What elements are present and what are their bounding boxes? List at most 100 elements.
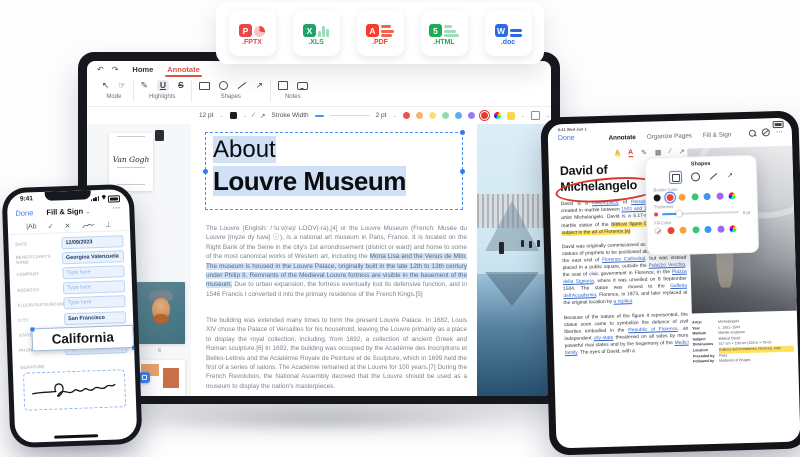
font-color-swatch[interactable] <box>230 112 237 119</box>
square-shape-selected[interactable] <box>669 171 682 184</box>
fill-color-orange[interactable] <box>679 226 686 233</box>
format-card-html[interactable]: 5 .HTML <box>421 10 468 56</box>
format-card-pdf[interactable]: A .PDF <box>357 10 404 56</box>
fill-color-green[interactable] <box>692 226 699 233</box>
view-mode-icon[interactable] <box>762 128 770 136</box>
signature-box[interactable] <box>23 369 126 411</box>
address-field[interactable]: Type here <box>63 280 125 294</box>
fill-color-none[interactable] <box>654 227 661 234</box>
thickness-slider[interactable] <box>662 211 739 215</box>
circle-shape[interactable] <box>691 172 700 181</box>
color-swatch-blue[interactable] <box>455 112 462 119</box>
tab-home[interactable]: Home <box>132 65 153 74</box>
line-shape[interactable] <box>710 173 718 180</box>
arrow-tool-icon[interactable]: ↗ <box>256 81 263 90</box>
state-value-editor[interactable]: California <box>31 325 134 352</box>
color-swatch-orange[interactable] <box>416 112 423 119</box>
border-color-black[interactable] <box>654 194 661 201</box>
wiki-link[interactable]: Palazzo Vecchio <box>649 263 686 269</box>
fill-color-swatch[interactable] <box>531 111 540 120</box>
comment-icon[interactable] <box>297 82 308 90</box>
line-tool-icon[interactable] <box>237 82 246 89</box>
cursor-icon[interactable]: ↖ <box>102 81 109 90</box>
notes-label: Notes <box>285 94 301 100</box>
shapes-tool-icon[interactable]: ▦ <box>655 148 662 156</box>
check-tool-icon[interactable]: ✓ <box>47 222 53 230</box>
arrow-tool-icon[interactable]: ↗ <box>679 147 685 155</box>
highlight-tool-icon[interactable]: A <box>615 149 620 156</box>
wiki-link[interactable]: Florence Cathedral <box>602 257 645 263</box>
cross-tool-icon[interactable]: ✕ <box>64 222 70 230</box>
color-swatch-rainbow[interactable] <box>494 112 501 119</box>
text-field-tool-icon[interactable]: |Ab <box>26 223 37 230</box>
undo-icon[interactable]: ↶ <box>97 65 104 74</box>
wiki-link[interactable]: Republic of Florence <box>628 327 678 333</box>
rectangle-tool-icon[interactable] <box>199 82 210 90</box>
stroke-width-slider[interactable] <box>330 115 370 116</box>
highlight-color-swatch[interactable] <box>507 112 515 120</box>
font-size-value[interactable]: 12 pt <box>199 112 213 119</box>
phone-title[interactable]: Fill & Sign ⌄ <box>7 205 129 218</box>
border-color-red-selected[interactable] <box>666 194 673 201</box>
more-icon[interactable]: ⋯ <box>776 128 784 136</box>
redo-icon[interactable]: ↷ <box>112 65 119 74</box>
border-color-purple[interactable] <box>716 193 723 200</box>
color-swatch-green[interactable] <box>442 112 449 119</box>
format-card-xls[interactable]: X .XLS <box>293 10 340 56</box>
stroke-width-value[interactable]: 2 pt <box>376 112 387 119</box>
highlighter-pen-icon[interactable]: ✎ <box>141 81 148 90</box>
more-icon[interactable]: ⋯ <box>112 203 121 212</box>
format-card-pptx[interactable]: P .FPTX <box>229 10 276 56</box>
hand-icon[interactable]: ☞ <box>118 81 126 90</box>
stamp-tool-icon[interactable]: ⊥ <box>105 220 111 228</box>
underline-tool-icon[interactable]: A <box>628 149 633 157</box>
tab-fill-sign[interactable]: Fill & Sign <box>703 131 732 139</box>
selection-handle[interactable] <box>460 130 465 135</box>
tab-annotate[interactable]: Annotate <box>608 134 635 142</box>
strikethrough-tool[interactable]: S <box>178 81 184 90</box>
color-swatch-purple[interactable] <box>468 112 475 119</box>
date-field[interactable]: 12/09/2023 <box>61 235 123 249</box>
signature-tool-icon[interactable] <box>81 221 94 229</box>
selection-handle[interactable] <box>30 327 34 331</box>
fill-color-purple[interactable] <box>717 225 724 232</box>
wiki-link[interactable]: city-state <box>594 336 614 342</box>
company-field[interactable]: Type here <box>62 265 124 279</box>
city-field[interactable]: San Francisco <box>64 311 126 325</box>
fill-color-red[interactable] <box>667 226 674 233</box>
search-icon[interactable] <box>749 129 756 136</box>
note-icon[interactable] <box>278 81 288 90</box>
border-color-rainbow[interactable] <box>728 192 735 199</box>
selection-handle[interactable] <box>203 169 208 174</box>
color-swatch-red[interactable] <box>403 112 410 119</box>
fill-color-blue[interactable] <box>704 225 711 232</box>
ellipse-tool-icon[interactable] <box>219 81 228 90</box>
name-field[interactable]: Georgina Valenzuela <box>62 250 124 264</box>
format-card-doc[interactable]: W .doc <box>485 10 532 56</box>
chevron-down-icon: ⌄ <box>219 113 223 119</box>
arrow-shape[interactable]: ↗ <box>727 172 733 179</box>
line-style-icon[interactable]: ∕ <box>253 112 254 119</box>
color-swatch-selected[interactable] <box>481 112 488 119</box>
border-color-green[interactable] <box>691 193 698 200</box>
border-color-blue[interactable] <box>704 193 711 200</box>
underline-tool[interactable]: U <box>157 80 169 91</box>
pen-tool-icon[interactable]: ✎ <box>641 148 647 156</box>
doc-title-text: About <box>213 136 276 163</box>
laptop-content: Van Gogh 4 6 <box>87 124 551 396</box>
tab-organize-pages[interactable]: Organize Pages <box>647 132 692 140</box>
slider-knob[interactable] <box>675 211 681 217</box>
fill-color-rainbow[interactable] <box>729 225 736 232</box>
floor-suite-room-field[interactable]: Type here <box>63 295 125 309</box>
selection-handle[interactable] <box>132 345 136 349</box>
arrow-style-icon[interactable]: ↗ <box>260 112 265 120</box>
page-thumbnail-cover[interactable]: Van Gogh <box>109 133 153 191</box>
color-swatch-yellow[interactable] <box>429 112 436 119</box>
line-tool-icon[interactable]: ∕ <box>669 148 670 155</box>
selection-handle[interactable] <box>460 169 465 174</box>
tab-annotate[interactable]: Annotate <box>167 65 200 74</box>
border-color-orange[interactable] <box>679 194 686 201</box>
page-thumbnail-portrait[interactable] <box>137 282 185 344</box>
home-indicator[interactable] <box>54 434 98 439</box>
wiki-link[interactable]: a replica <box>613 300 632 306</box>
